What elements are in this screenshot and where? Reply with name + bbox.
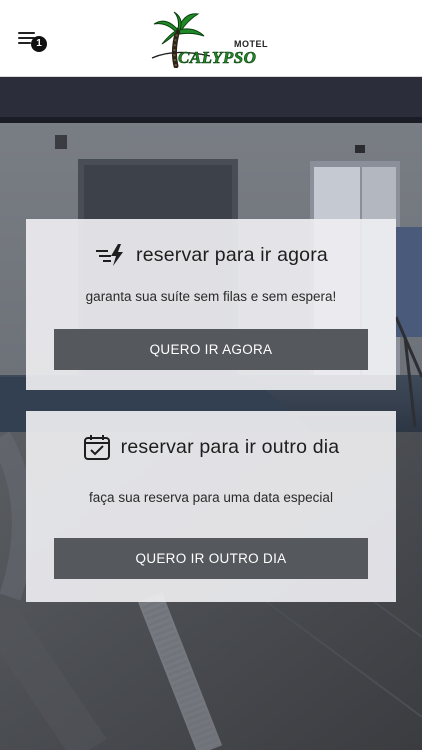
calendar-check-icon	[83, 435, 110, 460]
reserve-now-subtitle: garanta sua suíte sem filas e sem espera…	[85, 289, 337, 304]
reserve-now-title-row: reservar para ir agora	[26, 239, 396, 271]
menu-button[interactable]: 1	[14, 26, 50, 54]
menu-icon	[18, 32, 35, 34]
reserve-now-title: reservar para ir agora	[136, 243, 328, 266]
reserve-other-day-title: reservar para ir outro dia	[120, 435, 340, 458]
logo-calypso-text: CALYPSO	[178, 48, 257, 68]
go-other-day-button[interactable]: QUERO IR OUTRO DIA	[54, 538, 368, 579]
notification-badge: 1	[31, 36, 47, 52]
go-now-button[interactable]: QUERO IR AGORA	[54, 329, 368, 370]
fast-lightning-icon	[96, 244, 124, 266]
app-header: 1 MOTEL CALYPSO	[0, 0, 422, 77]
motel-calypso-logo: MOTEL CALYPSO	[150, 10, 272, 68]
reserve-now-card: reservar para ir agora garanta sua suíte…	[26, 219, 396, 390]
menu-icon-bar	[18, 42, 31, 44]
reserve-other-day-title-row: reservar para ir outro dia	[26, 431, 396, 463]
reserve-other-day-card: reservar para ir outro dia faça sua rese…	[26, 411, 396, 602]
reserve-other-day-subtitle: faça sua reserva para uma data especial	[89, 490, 333, 505]
